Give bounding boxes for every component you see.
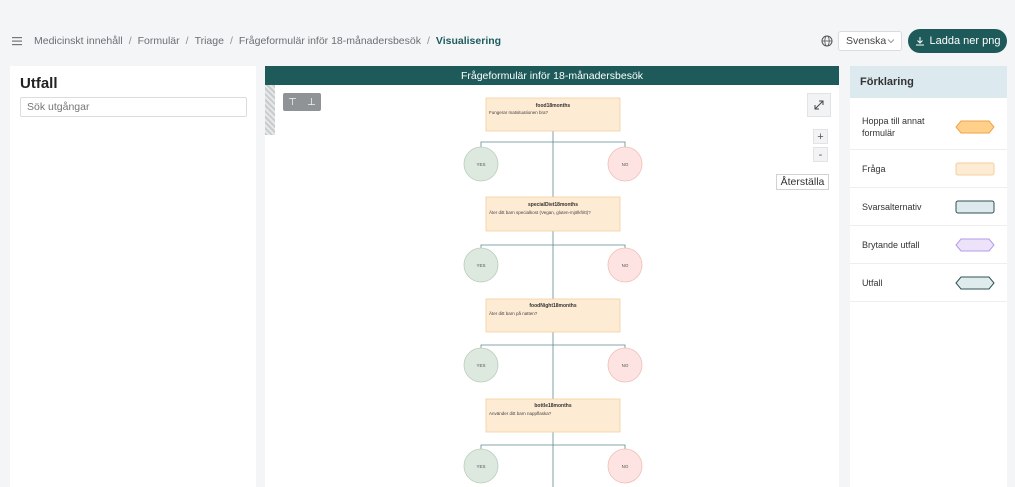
legend-title: Förklaring [850, 66, 1007, 98]
outcomes-title: Utfall [20, 75, 58, 92]
question-node[interactable]: bottle18months Använder ditt barn nappfl… [485, 398, 621, 433]
yes-label: YES [476, 162, 485, 167]
breadcrumb-current: Visualisering [435, 35, 502, 47]
legend-item-outcome: Utfall [850, 264, 1007, 302]
answer-no-node[interactable]: NO [607, 448, 643, 484]
yes-label: YES [476, 263, 485, 268]
rect-shape [955, 200, 995, 213]
question-text: Äter ditt barn specialkost (Vegan, glute… [489, 209, 591, 215]
zoom-out-button[interactable]: - [813, 147, 828, 162]
legend-item-breaking-outcome: Brytande utfall [850, 226, 1007, 264]
zoom-in-button[interactable]: + [813, 129, 828, 144]
breadcrumb-separator: / [128, 35, 132, 47]
legend-label: Fråga [862, 163, 886, 174]
breadcrumb: Medicinskt innehåll / Formulär / Triage … [34, 35, 501, 47]
answer-no-node[interactable]: NO [607, 247, 643, 283]
legend-label: Brytande utfall [862, 239, 920, 250]
question-id: food18months [536, 103, 571, 109]
question-text: Äter ditt barn på natten? [489, 310, 538, 316]
language-select[interactable]: Svenska [838, 31, 902, 51]
legend-item-question: Fråga [850, 150, 1007, 188]
question-text: Fungerar matsituationen bra? [489, 110, 549, 115]
legend-item-answer-option: Svarsalternativ [850, 188, 1007, 226]
rect-shape [955, 162, 995, 175]
hexagon-shape [955, 238, 995, 251]
answer-yes-node[interactable]: YES [463, 347, 499, 383]
no-label: NO [622, 464, 629, 469]
breadcrumb-separator: / [426, 35, 430, 47]
breadcrumb-separator: / [229, 35, 233, 47]
breadcrumb-item-forms[interactable]: Formulär [138, 35, 180, 47]
legend-label: Svarsalternativ [862, 201, 922, 212]
download-png-button[interactable]: Ladda ner png [908, 29, 1007, 53]
download-label: Ladda ner png [929, 35, 1001, 47]
no-label: NO [622, 162, 629, 167]
question-id: specialDiet18months [528, 202, 578, 208]
flow-canvas[interactable]: Frågeformulär inför 18-månadersbesök ⊤ ⊥… [265, 66, 839, 487]
no-label: NO [622, 363, 629, 368]
answer-yes-node[interactable]: YES [463, 247, 499, 283]
question-node[interactable]: foodNight18months Äter ditt barn på natt… [485, 298, 621, 333]
breadcrumb-item-triage[interactable]: Triage [195, 35, 224, 47]
legend-panel: Förklaring Hoppa till annat formulär Frå… [850, 66, 1007, 487]
yes-label: YES [476, 464, 485, 469]
legend-item-jump-form: Hoppa till annat formulär [850, 104, 1007, 150]
question-node[interactable]: specialDiet18months Äter ditt barn speci… [485, 196, 621, 232]
language-value: Svenska [846, 35, 887, 47]
answer-yes-node[interactable]: YES [463, 146, 499, 182]
breadcrumb-item-form[interactable]: Frågeformulär inför 18-månadersbesök [239, 35, 421, 47]
question-node[interactable]: food18months Fungerar matsituationen bra… [485, 97, 621, 132]
chevron-down-icon [887, 39, 895, 44]
download-icon [915, 37, 924, 46]
menu-icon[interactable] [12, 36, 24, 46]
yes-label: YES [476, 363, 485, 368]
flowchart: food18months Fungerar matsituationen bra… [463, 97, 643, 487]
canvas-title: Frågeformulär inför 18-månadersbesök [265, 66, 839, 85]
answer-no-node[interactable]: NO [607, 146, 643, 182]
globe-icon [821, 35, 833, 47]
reset-button[interactable]: Återställa [776, 174, 829, 190]
no-label: NO [622, 263, 629, 268]
breadcrumb-separator: / [185, 35, 189, 47]
breadcrumb-item-medical-content[interactable]: Medicinskt innehåll [34, 35, 123, 47]
question-id: bottle18months [534, 403, 571, 409]
answer-no-node[interactable]: NO [607, 347, 643, 383]
question-id: foodNight18months [529, 303, 576, 309]
legend-label: Hoppa till annat formulär [862, 115, 925, 138]
question-text: Använder ditt barn nappflaska? [489, 411, 552, 416]
hexagon-shape [955, 120, 995, 133]
fullscreen-button[interactable] [807, 93, 831, 117]
answer-yes-node[interactable]: YES [463, 448, 499, 484]
expand-icon [814, 100, 824, 110]
top-bar: Medicinskt innehåll / Formulär / Triage … [0, 28, 1015, 58]
hexagon-shape [955, 276, 995, 289]
legend-label: Utfall [862, 277, 883, 288]
outcomes-panel: Utfall [10, 66, 256, 487]
search-outcomes-input[interactable] [20, 97, 247, 117]
